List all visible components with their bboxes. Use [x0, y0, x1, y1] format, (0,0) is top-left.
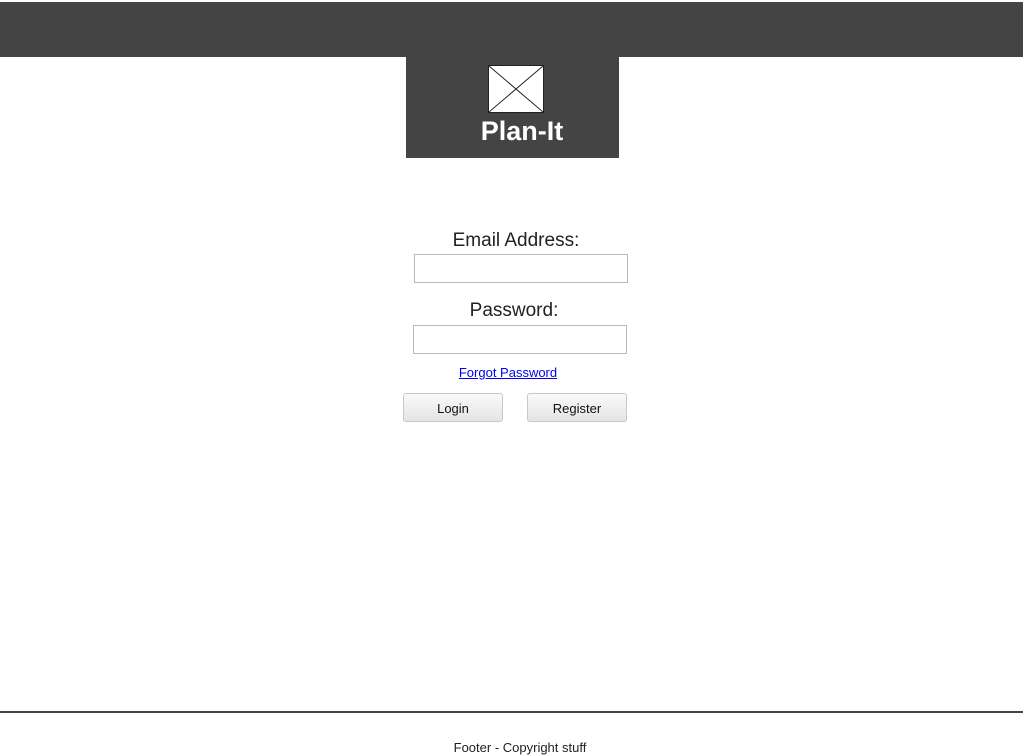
login-button[interactable]: Login	[403, 393, 503, 422]
register-button[interactable]: Register	[527, 393, 627, 422]
logo-panel: Plan-It	[406, 57, 619, 157]
image-placeholder-icon	[488, 65, 544, 113]
password-input[interactable]	[413, 325, 627, 354]
logo-panel-bottom-edge	[406, 155, 619, 158]
app-title: Plan-It	[480, 116, 564, 146]
email-address-input[interactable]	[414, 254, 628, 283]
email-address-label: Email Address:	[452, 230, 580, 251]
password-label: Password:	[469, 300, 559, 321]
forgot-password-link[interactable]: Forgot Password	[430, 365, 586, 381]
top-navigation-bar	[0, 2, 1023, 57]
footer-copyright-text: Footer - Copyright stuff	[453, 740, 587, 755]
login-page: Plan-It Email Address: Password: Forgot …	[0, 0, 1023, 756]
footer-divider	[0, 711, 1023, 713]
